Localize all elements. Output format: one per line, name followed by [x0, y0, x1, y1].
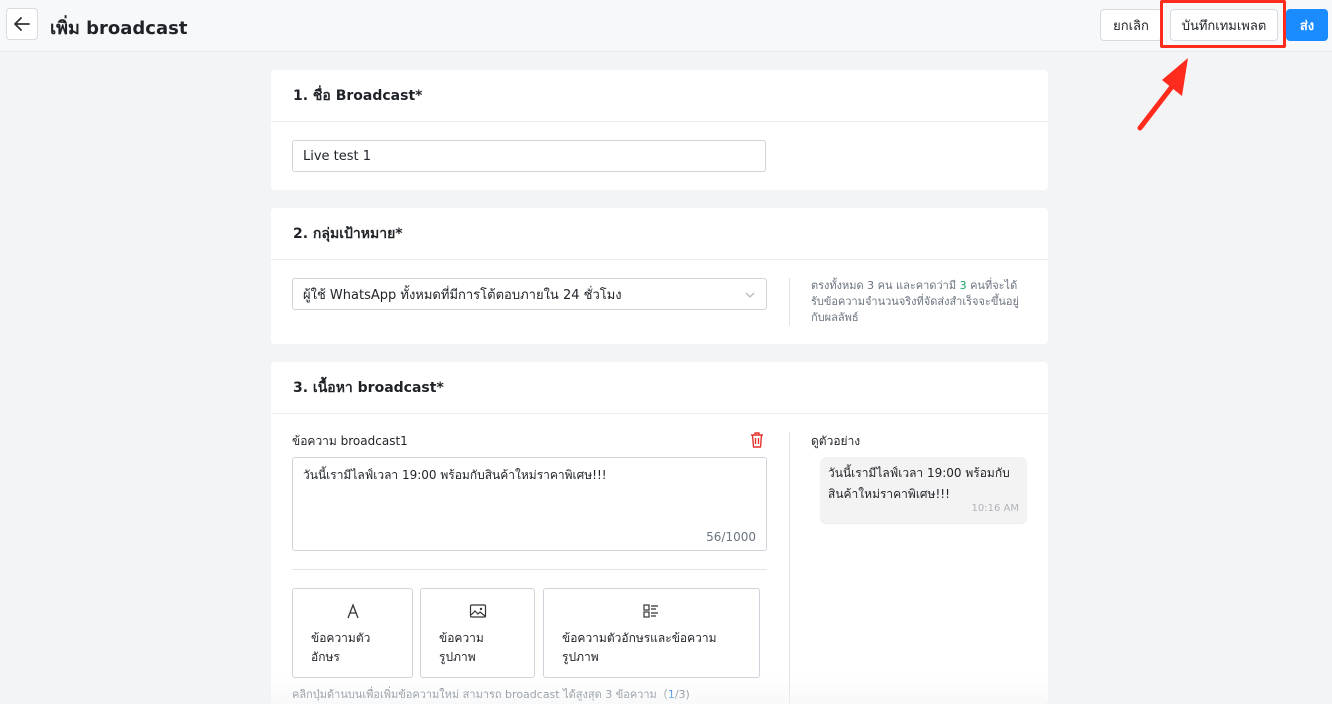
preview-label: ดูตัวอย่าง	[811, 434, 861, 448]
audience-select-value: ผู้ใช้ WhatsApp ทั้งหมดที่มีการโต้ตอบภาย…	[303, 287, 622, 303]
divider	[292, 569, 767, 570]
trash-icon[interactable]	[749, 431, 765, 449]
add-image-message-button[interactable]: ข้อความ รูปภาพ	[420, 588, 535, 678]
button-label: ข้อความ รูปภาพ	[439, 631, 484, 664]
preview-text-line: วันนี้เรามีไลฟ์เวลา 19:00 พร้อมกับ	[828, 466, 1010, 480]
broadcast-content-card: 3. เนื้อหา broadcast* ข้อความ broadcast1…	[271, 362, 1048, 704]
estimate-count: 3	[959, 279, 967, 292]
send-button[interactable]: ส่ง	[1286, 9, 1328, 41]
button-label: ข้อความตัว อักษร	[311, 631, 371, 664]
message-count: 1	[667, 688, 675, 701]
divider	[789, 278, 790, 326]
message-textarea[interactable]: วันนี้เรามีไลฟ์เวลา 19:00 พร้อมกับสินค้า…	[292, 457, 767, 551]
audience-select[interactable]: ผู้ใช้ WhatsApp ทั้งหมดที่มีการโต้ตอบภาย…	[292, 278, 767, 310]
add-text-image-message-button[interactable]: ข้อความตัวอักษรและข้อความ รูปภาพ	[543, 588, 760, 678]
audience-estimate-note: ตรงทั้งหมด 3 คน และคาดว่ามี 3 คนที่จะได้…	[811, 279, 1019, 324]
broadcast-name-input[interactable]: Live test 1	[292, 140, 766, 172]
divider	[789, 432, 790, 704]
add-message-hint: คลิกปุ่มด้านบนเพื่อเพิ่มข้อความใหม่ สามา…	[292, 688, 690, 701]
target-audience-card: 2. กลุ่มเป้าหมาย* ผู้ใช้ WhatsApp ทั้งหม…	[271, 208, 1048, 344]
save-template-button[interactable]: บันทึกเทมเพลต	[1170, 9, 1278, 41]
back-button[interactable]	[6, 8, 38, 40]
text-icon	[347, 603, 359, 619]
chevron-down-icon	[745, 292, 755, 298]
message-label: ข้อความ broadcast1	[292, 434, 408, 448]
section-title: 2. กลุ่มเป้าหมาย*	[271, 208, 1048, 260]
preview-timestamp: 10:16 AM	[971, 503, 1019, 514]
section-title: 1. ชื่อ Broadcast*	[271, 70, 1048, 122]
cancel-button[interactable]: ยกเลิก	[1100, 9, 1162, 41]
section-title: 3. เนื้อหา broadcast*	[271, 362, 1048, 414]
character-counter: 56/1000	[706, 530, 756, 544]
annotation-arrow-icon	[1137, 58, 1188, 131]
text-image-icon	[643, 604, 658, 618]
page-title: เพิ่ม broadcast	[50, 18, 188, 39]
message-text: วันนี้เรามีไลฟ์เวลา 19:00 พร้อมกับสินค้า…	[303, 468, 607, 482]
image-icon	[469, 604, 487, 618]
broadcast-name-card: 1. ชื่อ Broadcast* Live test 1	[271, 70, 1048, 190]
arrow-left-icon	[14, 17, 30, 31]
top-header: เพิ่ม broadcast ยกเลิก บันทึกเทมเพลต ส่ง	[0, 0, 1332, 52]
button-label: ข้อความตัวอักษรและข้อความ รูปภาพ	[562, 631, 717, 664]
preview-message-bubble: วันนี้เรามีไลฟ์เวลา 19:00 พร้อมกับ สินค้…	[820, 457, 1027, 523]
add-text-message-button[interactable]: ข้อความตัว อักษร	[292, 588, 413, 678]
